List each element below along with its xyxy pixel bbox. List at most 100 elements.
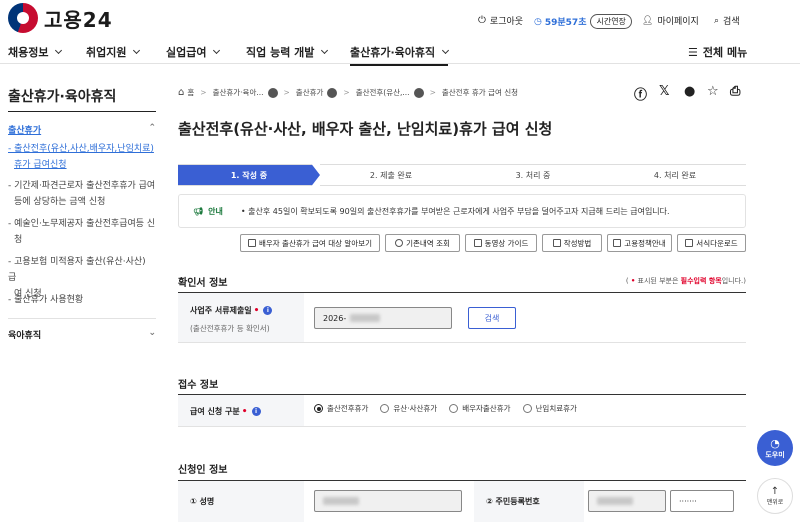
breadcrumb-current: 출산전후 휴가 급여 신청: [441, 88, 519, 97]
helper-button[interactable]: ◔ 도우미: [757, 430, 793, 466]
step-processing: 3. 처리 중: [462, 164, 604, 186]
radio-label: 배우자출산휴가: [462, 404, 511, 413]
kakaotalk-icon[interactable]: ●: [684, 84, 695, 99]
all-menu-button[interactable]: ☰ 전체 메뉴: [688, 44, 747, 60]
video-icon: [473, 239, 482, 247]
logout-label: 로그아웃: [489, 17, 524, 27]
nav-label: 채용정보: [8, 46, 49, 59]
header: 고용24 ⏻ 로그아웃 ◷ 59분57초 시간연장 👤︎ 마이페이지 ⌕ 검색: [0, 0, 800, 38]
sidebar-item-usage-status[interactable]: - 출산휴가 사용현황: [8, 292, 156, 308]
breadcrumb-item[interactable]: 출산휴가: [296, 87, 324, 98]
logo[interactable]: 고용24: [8, 3, 113, 33]
logout-button[interactable]: ⏻ 로그아웃: [478, 14, 523, 27]
megaphone-icon: 📢︎: [193, 206, 204, 216]
field-label-cell: ① 성명: [178, 481, 304, 522]
radio-miscarriage[interactable]: 유산·사산휴가: [380, 403, 437, 414]
masked-value: [350, 314, 381, 322]
field-label-cell: 사업주 서류제출일 • i (출산전후휴가 등 확인서): [178, 293, 304, 342]
nav-label: 출산휴가·육아휴직: [350, 46, 436, 59]
sidebar-section-label: 육아휴직: [8, 331, 42, 341]
home-icon: ⌂: [178, 87, 185, 98]
note-text: 표시된 부분은: [635, 277, 681, 285]
sidebar-title: 출산휴가·육아휴직: [8, 89, 117, 105]
search-icon: [395, 239, 404, 247]
scroll-top-label: 맨위로: [766, 499, 784, 506]
chevron-down-icon: [321, 46, 329, 55]
button-label: 배우자 출산휴가 급여 대상 알아보기: [258, 238, 373, 248]
how-to-fill-button[interactable]: 작성방법: [542, 234, 602, 252]
radio-infertility[interactable]: 난임치료휴가: [522, 403, 577, 414]
breadcrumb-dropdown-icon[interactable]: [267, 87, 278, 98]
policy-guide-button[interactable]: 고용정책안내: [607, 234, 672, 252]
breadcrumb-separator: >: [200, 88, 207, 97]
breadcrumb-home[interactable]: 홈: [187, 87, 194, 98]
nav-item-unemployment[interactable]: 실업급여: [166, 44, 221, 60]
search-link[interactable]: ⌕ 검색: [714, 14, 740, 28]
sidebar-section-maternity-leave[interactable]: 출산휴가 ⌃: [8, 123, 156, 136]
info-icon[interactable]: i: [251, 407, 261, 416]
nav-item-maternity[interactable]: 출산휴가·육아휴직: [350, 44, 450, 66]
field-label: ② 주민등록번호: [486, 497, 540, 506]
breadcrumb-item[interactable]: 출산전후(유산,...: [356, 87, 410, 98]
info-icon[interactable]: i: [263, 306, 273, 315]
x-twitter-icon[interactable]: 𝕏: [659, 84, 669, 99]
logo-text: 고용24: [44, 7, 113, 32]
nav-item-jobs[interactable]: 채용정보: [8, 44, 63, 60]
video-guide-button[interactable]: 동영상 가이드: [465, 234, 537, 252]
timer-value: 59분57초: [544, 18, 587, 28]
star-bookmark-icon[interactable]: ☆: [707, 84, 719, 99]
sidebar-item-maternity-benefit[interactable]: - 출산전후(유산,사산,배우자,난임치료) 휴가 급여신청: [8, 141, 156, 173]
breadcrumb-dropdown-icon[interactable]: [413, 87, 424, 98]
radio-label: 출산전후휴가: [327, 404, 369, 413]
all-menu-label: 전체 메뉴: [702, 46, 748, 59]
masked-value: [323, 497, 359, 505]
search-button[interactable]: 검색: [468, 307, 516, 329]
applicant-section-title: 신청인 정보: [178, 465, 228, 476]
spouse-eligibility-button[interactable]: 배우자 출산휴가 급여 대상 알아보기: [240, 234, 380, 252]
sidebar-section-label: 출산휴가: [8, 126, 42, 136]
form-row-applicant: ① 성명 ② 주민등록번호 ·······: [178, 481, 746, 522]
note-required-label: 필수입력 항목: [680, 277, 722, 285]
monitor-icon: [685, 239, 694, 247]
sidebar-item-label: 휴가 급여신청: [14, 160, 67, 170]
benefit-type-radio-group: 출산전후휴가 유산·사산휴가 배우자출산휴가 난임치료휴가: [314, 403, 589, 414]
radio-spouse[interactable]: 배우자출산휴가: [449, 403, 511, 414]
required-note: ( • 표시된 부분은 필수입력 항목입니다.): [626, 276, 746, 286]
radio-maternity[interactable]: 출산전후휴가: [314, 403, 368, 414]
notice-text: • 출산후 45일이 확보되도록 90일의 출산전후휴가를 부여받은 근로자에게…: [240, 206, 670, 216]
sidebar-item-label: - 출산전후(유산,사산,배우자,난임치료): [8, 144, 154, 154]
nav-item-employment-support[interactable]: 취업지원: [86, 44, 141, 60]
button-label: 작성방법: [563, 238, 592, 248]
sidebar-divider: [8, 111, 156, 112]
nav-item-vocational[interactable]: 직업 능력 개발: [246, 44, 329, 60]
extend-session-button[interactable]: 시간연장: [590, 14, 632, 29]
form-download-button[interactable]: 서식다운로드: [677, 234, 746, 252]
print-icon[interactable]: ⎙: [730, 84, 740, 99]
chevron-down-icon: [133, 46, 141, 55]
sidebar-section-parental-leave[interactable]: 육아휴직 ⌄: [8, 328, 156, 341]
radio-icon: [449, 404, 459, 413]
history-lookup-button[interactable]: 기존내역 조회: [385, 234, 460, 252]
breadcrumb-separator: >: [343, 88, 350, 97]
sidebar-item-label: 청: [14, 235, 23, 245]
clock-icon: ◔: [770, 436, 780, 450]
sidebar-item-artist[interactable]: - 예술인·노무제공자 출산전후급여등 신 청: [8, 216, 156, 248]
breadcrumb-separator: >: [429, 88, 436, 97]
sidebar-item-label: - 고용보험 미적용자 출산(유산·사산) 급: [8, 257, 146, 283]
sidebar-item-temp-worker[interactable]: - 기간제·파견근로자 출산전후휴가 급여 등에 상당하는 금액 신청: [8, 178, 156, 210]
required-star-icon: •: [253, 306, 260, 316]
notice-box: 📢︎ 안내 • 출산후 45일이 확보되도록 90일의 출산전후휴가를 부여받은…: [178, 194, 746, 228]
radio-icon: [380, 404, 390, 413]
breadcrumb-item[interactable]: 출산휴가·육아...: [213, 87, 264, 98]
radio-selected-icon: [314, 404, 323, 413]
facebook-icon[interactable]: ⓕ: [634, 84, 647, 103]
logo-mark-icon: [8, 3, 38, 33]
mypage-link[interactable]: 👤︎ 마이페이지: [642, 14, 699, 28]
chevron-up-icon: ⌃: [148, 123, 156, 133]
submit-date-field: 2026-: [314, 307, 452, 329]
scroll-top-button[interactable]: ↑ 맨위로: [757, 478, 793, 514]
receipt-section-title: 접수 정보: [178, 380, 219, 391]
main-nav: 채용정보 취업지원 실업급여 직업 능력 개발 출산휴가·육아휴직 ☰ 전체 메뉴: [0, 38, 800, 66]
breadcrumb-dropdown-icon[interactable]: [327, 87, 338, 98]
sidebar-item-label: - 출산휴가 사용현황: [8, 295, 84, 305]
